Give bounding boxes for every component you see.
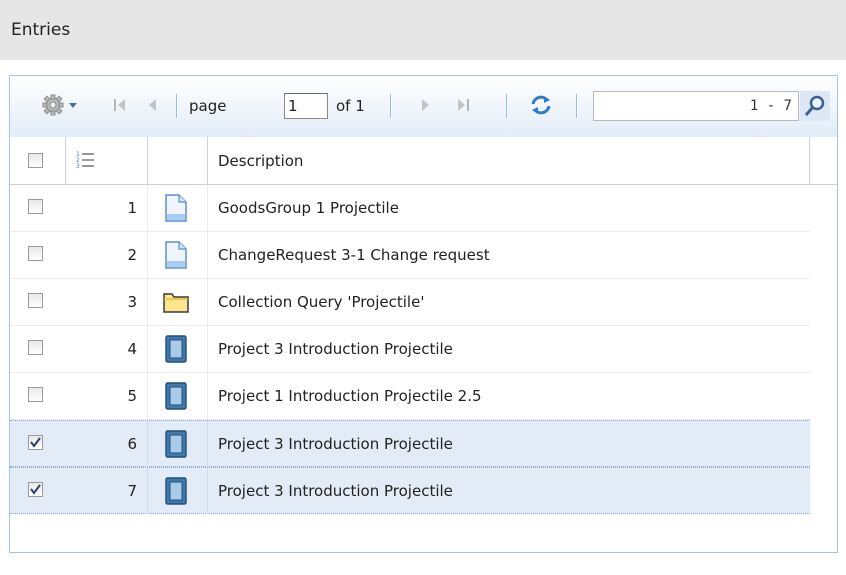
gear-icon bbox=[40, 93, 80, 117]
book-icon bbox=[161, 335, 191, 363]
search-input[interactable] bbox=[593, 91, 799, 121]
row-checkbox[interactable] bbox=[28, 387, 43, 402]
row-number-cell: 5 bbox=[66, 373, 148, 419]
document-icon bbox=[161, 194, 191, 222]
row-checkbox[interactable] bbox=[28, 340, 43, 355]
row-checkbox[interactable] bbox=[28, 199, 43, 214]
table-row[interactable]: 5 Project 1 Introduction Projectile 2.5 bbox=[10, 373, 810, 420]
row-numbers-icon: 1 2 3 bbox=[76, 150, 96, 174]
row-icon-cell bbox=[148, 185, 208, 231]
select-all-checkbox[interactable] bbox=[28, 153, 43, 168]
toolbar-separator bbox=[506, 94, 507, 118]
row-checkbox-cell bbox=[10, 373, 66, 419]
panel-header: Entries bbox=[0, 0, 846, 60]
row-checkbox-cell bbox=[10, 468, 66, 514]
last-page-button[interactable] bbox=[451, 92, 475, 118]
previous-page-icon bbox=[142, 95, 162, 115]
page-count-label: of 1 bbox=[336, 97, 365, 115]
table-row[interactable]: 7 Project 3 Introduction Projectile bbox=[10, 467, 810, 514]
table-row[interactable]: 6 Project 3 Introduction Projectile bbox=[10, 420, 810, 467]
row-description: Project 3 Introduction Projectile bbox=[218, 435, 453, 453]
select-all-column bbox=[10, 137, 66, 184]
row-description-cell: Collection Query 'Projectile' bbox=[208, 279, 810, 325]
row-icon-cell bbox=[148, 468, 208, 514]
description-column-header[interactable]: Description bbox=[208, 137, 810, 184]
document-icon bbox=[161, 241, 191, 269]
row-description: Collection Query 'Projectile' bbox=[218, 293, 425, 311]
row-description-cell: GoodsGroup 1 Projectile bbox=[208, 185, 810, 231]
row-description: Project 1 Introduction Projectile 2.5 bbox=[218, 387, 482, 405]
row-checkbox-cell bbox=[10, 185, 66, 231]
row-number: 5 bbox=[127, 387, 137, 405]
table-row[interactable]: 1 GoodsGroup 1 Projectile bbox=[10, 185, 810, 232]
row-number: 7 bbox=[127, 482, 137, 500]
entries-panel: Entries page 1 of 1 1 - 7 1 2 3 Descript… bbox=[0, 0, 846, 575]
book-icon bbox=[161, 382, 191, 410]
next-page-button[interactable] bbox=[414, 92, 438, 118]
row-description-cell: Project 3 Introduction Projectile bbox=[208, 326, 810, 372]
book-icon bbox=[161, 477, 191, 505]
settings-button[interactable] bbox=[38, 92, 82, 118]
first-page-button[interactable] bbox=[108, 92, 132, 118]
row-description: Project 3 Introduction Projectile bbox=[218, 340, 453, 358]
last-page-icon bbox=[453, 95, 473, 115]
refresh-button[interactable] bbox=[526, 92, 556, 118]
row-checkbox[interactable] bbox=[28, 482, 43, 497]
svg-text:3: 3 bbox=[76, 163, 80, 170]
search-button[interactable] bbox=[800, 91, 830, 121]
row-checkbox[interactable] bbox=[28, 293, 43, 308]
description-header-label: Description bbox=[218, 152, 304, 170]
grid-header: 1 2 3 Description bbox=[10, 137, 837, 185]
row-description-cell: Project 3 Introduction Projectile bbox=[208, 421, 810, 467]
row-description-cell: ChangeRequest 3-1 Change request bbox=[208, 232, 810, 278]
row-description-cell: Project 1 Introduction Projectile 2.5 bbox=[208, 373, 810, 419]
row-number-cell: 7 bbox=[66, 468, 148, 514]
icon-column[interactable] bbox=[148, 137, 208, 184]
toolbar-separator bbox=[390, 94, 391, 118]
refresh-icon bbox=[528, 93, 554, 117]
toolbar-separator bbox=[576, 94, 577, 118]
row-number: 3 bbox=[127, 293, 137, 311]
row-checkbox[interactable] bbox=[28, 246, 43, 261]
table-row[interactable]: 4 Project 3 Introduction Projectile bbox=[10, 326, 810, 373]
book-icon bbox=[161, 430, 191, 458]
search-icon bbox=[800, 91, 830, 125]
table-row[interactable]: 3 Collection Query 'Projectile' bbox=[10, 279, 810, 326]
row-description: GoodsGroup 1 Projectile bbox=[218, 199, 399, 217]
row-icon-cell bbox=[148, 421, 208, 467]
next-page-icon bbox=[416, 95, 436, 115]
row-number: 6 bbox=[127, 435, 137, 453]
first-page-icon bbox=[110, 95, 130, 115]
panel-title: Entries bbox=[11, 20, 71, 40]
row-checkbox-cell bbox=[10, 279, 66, 325]
row-number-column[interactable]: 1 2 3 bbox=[66, 137, 148, 184]
row-number-cell: 2 bbox=[66, 232, 148, 278]
row-icon-cell bbox=[148, 279, 208, 325]
entries-grid: page of 1 bbox=[9, 75, 838, 553]
row-number: 4 bbox=[127, 340, 137, 358]
page-number-input[interactable] bbox=[284, 93, 328, 119]
page-label: page bbox=[189, 97, 227, 115]
row-description-cell: Project 3 Introduction Projectile bbox=[208, 468, 810, 514]
row-icon-cell bbox=[148, 373, 208, 419]
toolbar-separator bbox=[176, 94, 177, 118]
row-number-cell: 3 bbox=[66, 279, 148, 325]
table-row[interactable]: 2 ChangeRequest 3-1 Change request bbox=[10, 232, 810, 279]
previous-page-button[interactable] bbox=[140, 92, 164, 118]
row-number-cell: 6 bbox=[66, 421, 148, 467]
row-checkbox-cell bbox=[10, 326, 66, 372]
row-number-cell: 1 bbox=[66, 185, 148, 231]
row-number: 2 bbox=[127, 246, 137, 264]
row-number: 1 bbox=[127, 199, 137, 217]
row-number-cell: 4 bbox=[66, 326, 148, 372]
row-icon-cell bbox=[148, 232, 208, 278]
row-description: ChangeRequest 3-1 Change request bbox=[218, 246, 490, 264]
row-description: Project 3 Introduction Projectile bbox=[218, 482, 453, 500]
row-checkbox-cell bbox=[10, 232, 66, 278]
row-icon-cell bbox=[148, 326, 208, 372]
paging-toolbar: page of 1 bbox=[10, 76, 837, 138]
folder-icon bbox=[161, 288, 191, 316]
row-checkbox-cell bbox=[10, 421, 66, 467]
row-checkbox[interactable] bbox=[28, 435, 43, 450]
